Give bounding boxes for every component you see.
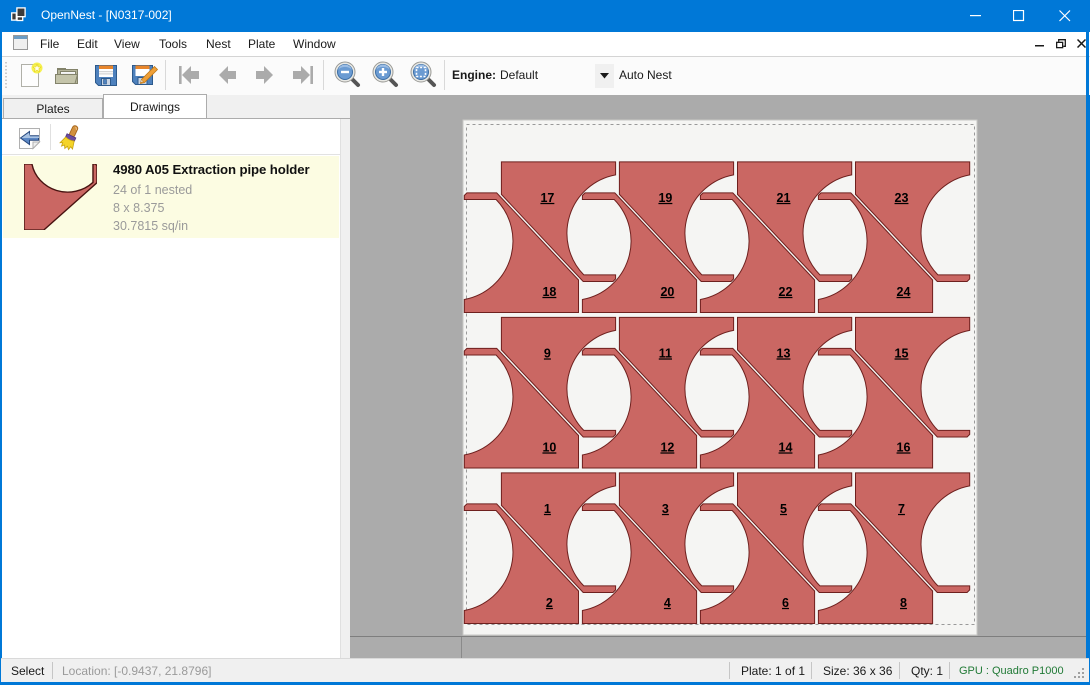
svg-text:19: 19 (658, 191, 672, 205)
svg-text:2: 2 (546, 596, 553, 610)
svg-text:14: 14 (779, 440, 793, 454)
svg-text:10: 10 (542, 440, 556, 454)
svg-text:16: 16 (897, 440, 911, 454)
svg-text:23: 23 (895, 191, 909, 205)
svg-text:17: 17 (540, 191, 554, 205)
svg-text:9: 9 (544, 346, 551, 360)
svg-text:22: 22 (779, 285, 793, 299)
svg-text:1: 1 (544, 502, 551, 516)
svg-text:5: 5 (780, 502, 787, 516)
svg-text:4: 4 (664, 596, 671, 610)
svg-text:18: 18 (542, 285, 556, 299)
svg-text:11: 11 (659, 346, 672, 360)
svg-text:13: 13 (777, 346, 791, 360)
svg-text:7: 7 (898, 502, 905, 516)
svg-text:20: 20 (660, 285, 674, 299)
svg-text:6: 6 (782, 596, 789, 610)
svg-text:24: 24 (897, 285, 911, 299)
svg-text:3: 3 (662, 502, 669, 516)
svg-text:21: 21 (777, 191, 791, 205)
svg-text:12: 12 (660, 440, 674, 454)
svg-text:15: 15 (895, 346, 909, 360)
svg-text:8: 8 (900, 596, 907, 610)
